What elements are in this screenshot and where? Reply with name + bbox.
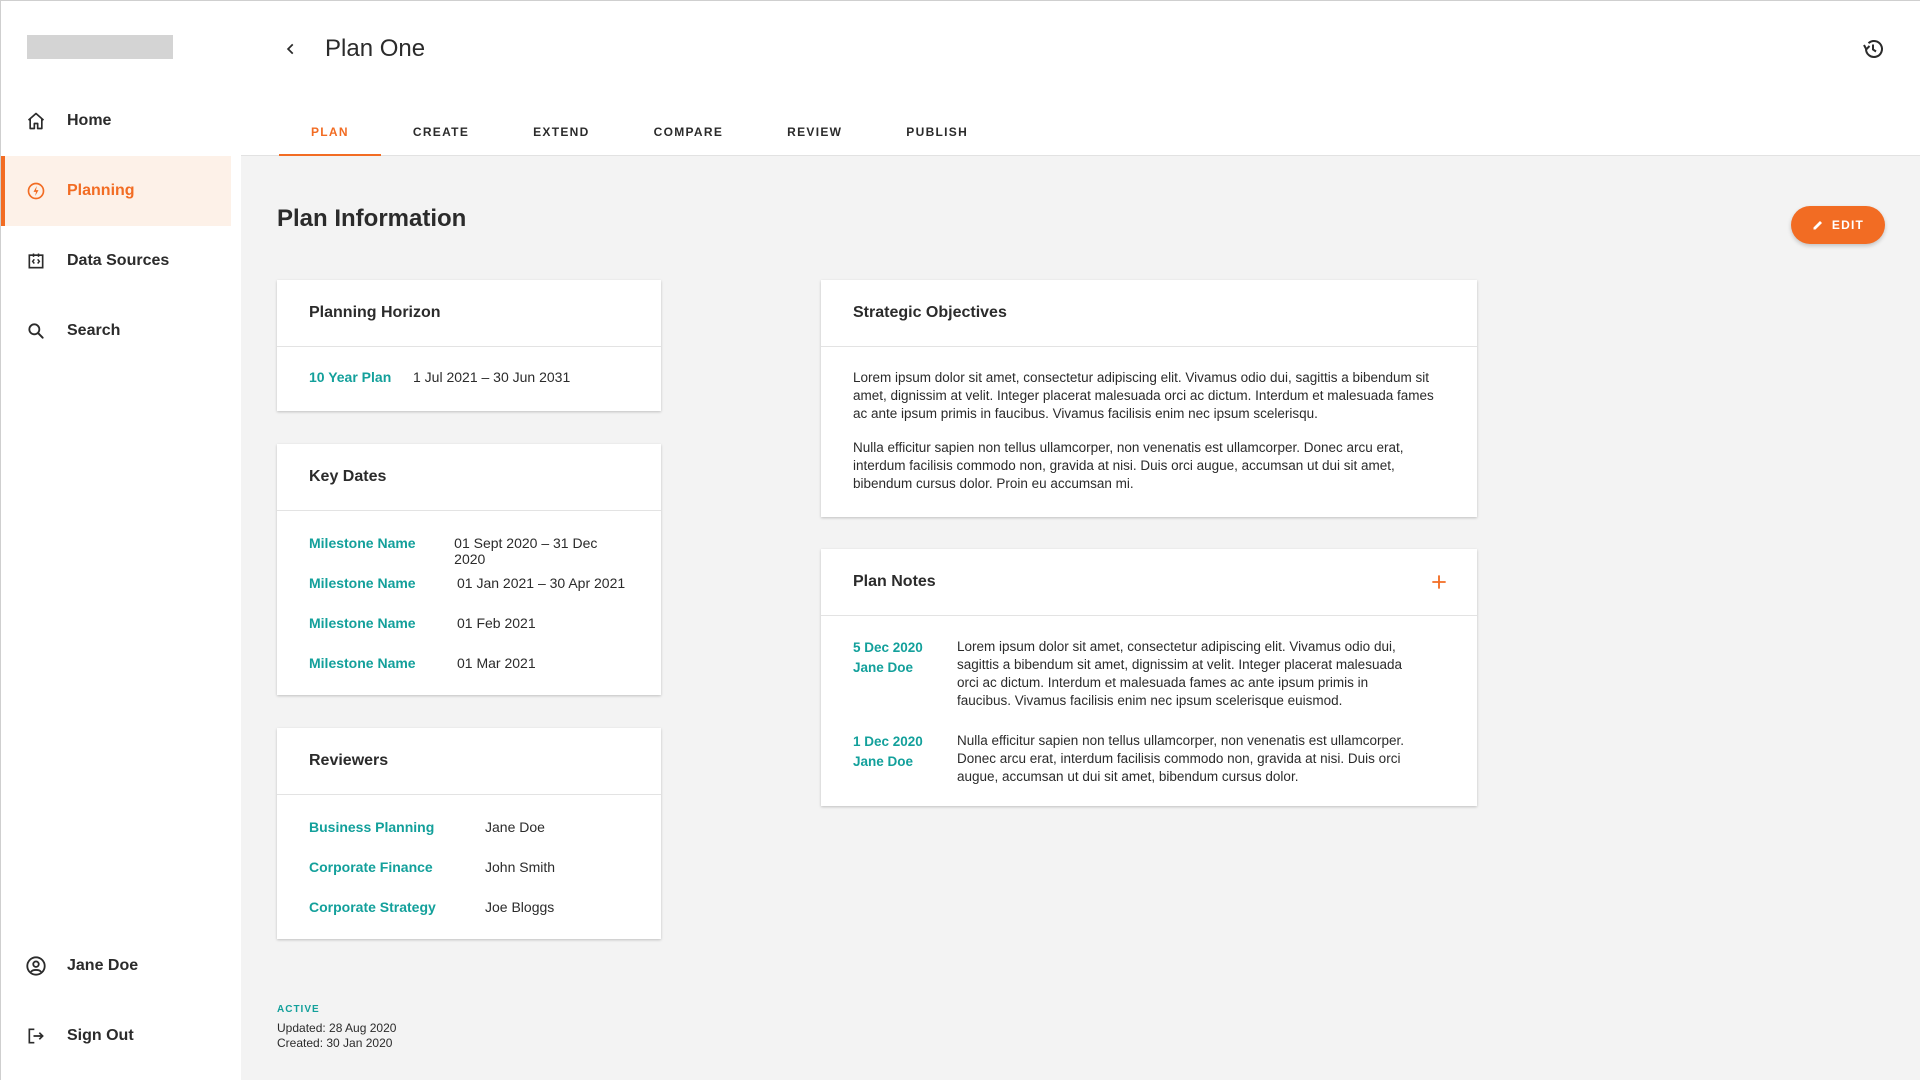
key-dates-card: Key Dates Milestone Name 01 Sept 2020 – … [277,444,661,695]
main-content: Plan Information EDIT Planning Horizon 1… [241,156,1920,1080]
app-frame: Home Planning Data Sources Search Jane D [0,0,1920,1080]
history-button[interactable] [1861,37,1885,61]
card-title-row: Plan Notes [821,549,1477,616]
objective-paragraph: Nulla efficitur sapien non tellus ullamc… [853,440,1404,491]
tab-compare[interactable]: COMPARE [622,111,756,156]
sidebar-item-label: Planning [67,182,135,199]
logo [27,35,173,59]
sidebar-item-sign-out[interactable]: Sign Out [1,1001,231,1071]
key-date-row: Milestone Name 01 Feb 2021 [309,615,629,655]
plan-notes-card: Plan Notes 5 Dec 2020 Jane Doe Lorem ips… [821,549,1477,806]
created-date: Created: 30 Jan 2020 [277,1036,393,1050]
add-note-button[interactable] [1429,572,1449,592]
card-title: Planning Horizon [277,280,661,347]
tab-create[interactable]: CREATE [381,111,501,156]
reviewer-name: Jane Doe [485,819,545,835]
reviewer-role: Business Planning [309,819,435,835]
home-icon [25,110,47,132]
edit-button[interactable]: EDIT [1791,206,1885,244]
key-date-name: Milestone Name [309,615,416,631]
note-date: 5 Dec 2020 [853,640,923,655]
reviewer-row: Business Planning Jane Doe [309,819,629,859]
sidebar-item-user[interactable]: Jane Doe [1,931,231,1001]
key-date-name: Milestone Name [309,575,416,591]
key-date-value: 01 Jan 2021 – 30 Apr 2021 [457,575,626,591]
key-date-row: Milestone Name 01 Jan 2021 – 30 Apr 2021 [309,575,629,615]
card-title: Plan Notes [853,573,936,590]
note-meta: 5 Dec 2020 Jane Doe [853,638,957,710]
note-author: Jane Doe [853,660,914,675]
page-header: Plan One PLAN CREATE EXTEND COMPARE REVI… [241,1,1920,156]
note-date: 1 Dec 2020 [853,734,923,749]
tab-review[interactable]: REVIEW [755,111,874,156]
reviewer-name: Joe Bloggs [485,899,555,915]
user-icon [25,955,47,977]
horizon-value: 1 Jul 2021 – 30 Jun 2031 [413,369,571,385]
key-date-row: Milestone Name 01 Mar 2021 [309,655,629,695]
reviewer-row: Corporate Strategy Joe Bloggs [309,899,629,939]
note-text: Lorem ipsum dolor sit amet, consectetur … [957,639,1402,708]
note-author: Jane Doe [853,754,914,769]
plan-status: ACTIVE Updated: 28 Aug 2020 Created: 30 … [277,1004,396,1050]
reviewer-row: Corporate Finance John Smith [309,859,629,899]
sidebar-item-label: Sign Out [67,1027,134,1044]
strategic-objectives-card: Strategic Objectives Lorem ipsum dolor s… [821,280,1477,517]
sign-out-icon [25,1025,47,1047]
horizon-key: 10 Year Plan [309,369,392,385]
horizon-row: 10 Year Plan 1 Jul 2021 – 30 Jun 2031 [309,369,629,385]
history-icon [1863,40,1883,58]
key-date-name: Milestone Name [309,535,416,551]
tab-plan[interactable]: PLAN [279,111,381,156]
key-date-name: Milestone Name [309,655,416,671]
sidebar-item-home[interactable]: Home [1,86,231,156]
card-title: Reviewers [277,728,661,795]
chevron-left-icon [286,43,294,55]
section-title: Plan Information [277,205,467,232]
tab-extend[interactable]: EXTEND [501,111,621,156]
updated-date: Updated: 28 Aug 2020 [277,1021,397,1035]
tab-publish[interactable]: PUBLISH [874,111,1000,156]
reviewer-role: Corporate Strategy [309,899,436,915]
plus-icon [1432,575,1446,589]
reviewers-card: Reviewers Business Planning Jane Doe Cor… [277,728,661,939]
card-title: Key Dates [277,444,661,511]
sidebar-item-search[interactable]: Search [1,296,231,366]
key-date-value: 01 Sept 2020 – 31 Dec 2020 [454,535,598,567]
sidebar: Home Planning Data Sources Search Jane D [1,1,241,1080]
sidebar-item-label: Home [67,112,112,129]
pencil-icon [1813,221,1822,230]
search-icon [25,320,47,342]
key-date-row: Milestone Name 01 Sept 2020 – 31 Dec 202… [309,535,629,575]
back-button[interactable] [281,39,301,59]
card-title: Strategic Objectives [821,280,1477,347]
sidebar-item-data-sources[interactable]: Data Sources [1,226,231,296]
note-item: 1 Dec 2020 Jane Doe Nulla efficitur sapi… [853,732,1419,786]
reviewer-name: John Smith [485,859,556,875]
tab-bar: PLAN CREATE EXTEND COMPARE REVIEW PUBLIS… [279,111,1000,156]
note-text: Nulla efficitur sapien non tellus ullamc… [957,733,1404,784]
sidebar-item-label: Jane Doe [67,957,139,974]
page-title: Plan One [325,35,426,62]
data-sources-icon [25,250,47,272]
note-item: 5 Dec 2020 Jane Doe Lorem ipsum dolor si… [853,638,1419,710]
planning-icon [25,180,47,202]
key-date-value: 01 Mar 2021 [457,655,536,671]
sidebar-item-label: Search [67,322,121,339]
sidebar-item-planning[interactable]: Planning [1,156,231,226]
note-meta: 1 Dec 2020 Jane Doe [853,732,957,786]
status-badge: ACTIVE [277,1004,320,1015]
planning-horizon-card: Planning Horizon 10 Year Plan 1 Jul 2021… [277,280,661,411]
reviewer-role: Corporate Finance [309,859,433,875]
sidebar-item-label: Data Sources [67,252,170,269]
objective-paragraph: Lorem ipsum dolor sit amet, consectetur … [853,370,1434,421]
key-date-value: 01 Feb 2021 [457,615,536,631]
edit-button-label: EDIT [1831,218,1865,232]
